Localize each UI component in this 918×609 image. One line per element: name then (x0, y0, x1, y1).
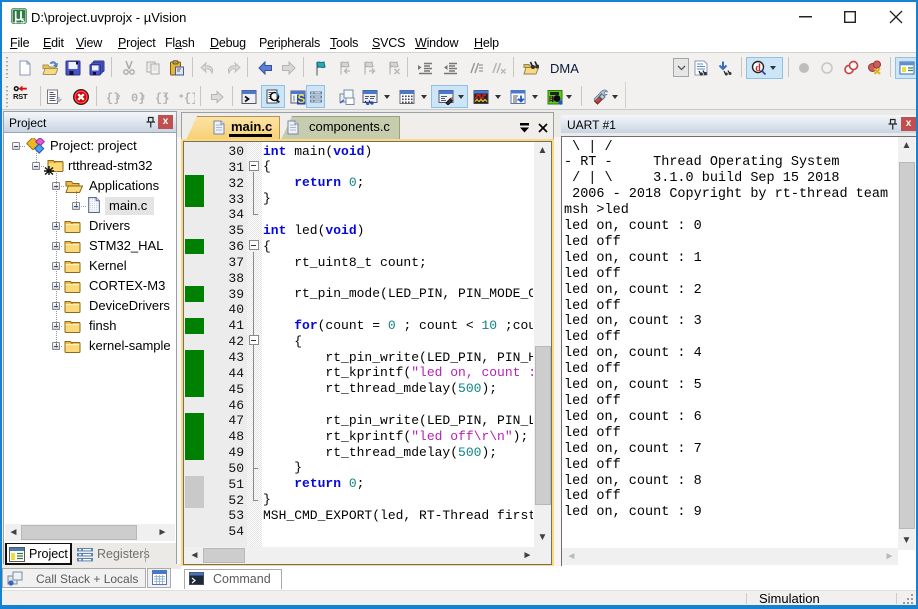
svg-text:d: d (755, 63, 761, 74)
svg-text:S: S (297, 94, 305, 105)
svg-text:5: 5 (21, 18, 25, 24)
svg-text:{}: {} (184, 92, 195, 106)
svg-text:{}: {} (106, 92, 120, 106)
svg-text:RST: RST (13, 92, 28, 101)
svg-text:0}: 0} (131, 92, 145, 106)
